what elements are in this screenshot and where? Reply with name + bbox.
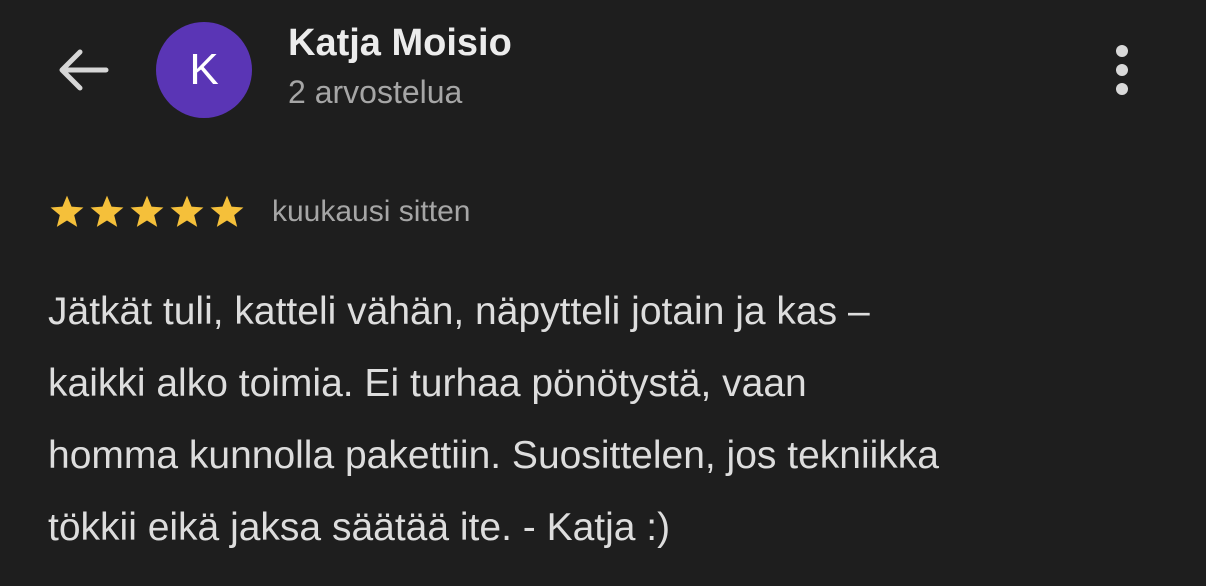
star-icon <box>48 194 86 230</box>
review-count: 2 arvostelua <box>288 74 463 110</box>
more-vertical-icon-dot <box>1116 64 1128 76</box>
avatar[interactable]: K <box>156 22 252 118</box>
review-date: kuukausi sitten <box>272 195 471 228</box>
more-vertical-icon <box>1116 45 1128 57</box>
review-text-line: Jätkät tuli, katteli vähän, näpytteli jo… <box>48 290 870 333</box>
arrow-left-icon <box>58 48 110 97</box>
more-options-button[interactable] <box>1100 40 1144 100</box>
review-text: Jätkät tuli, katteli vähän, näpytteli jo… <box>48 276 1178 564</box>
rating-row: kuukausi sitten <box>48 190 470 234</box>
back-button[interactable] <box>52 44 116 100</box>
review-text-line: homma kunnolla pakettiin. Suosittelen, j… <box>48 434 939 477</box>
star-rating <box>48 194 246 230</box>
star-icon <box>128 194 166 230</box>
star-icon <box>88 194 126 230</box>
review-header: K Katja Moisio 2 arvostelua <box>0 0 1206 140</box>
star-icon <box>208 194 246 230</box>
review-text-line: tökkii eikä jaksa säätää ite. - Katja :) <box>48 506 671 549</box>
star-icon <box>168 194 206 230</box>
review-text-line: kaikki alko toimia. Ei turhaa pönötystä,… <box>48 362 807 405</box>
more-vertical-icon-dot <box>1116 83 1128 95</box>
avatar-letter: K <box>189 45 219 94</box>
reviewer-name[interactable]: Katja Moisio <box>288 22 512 65</box>
